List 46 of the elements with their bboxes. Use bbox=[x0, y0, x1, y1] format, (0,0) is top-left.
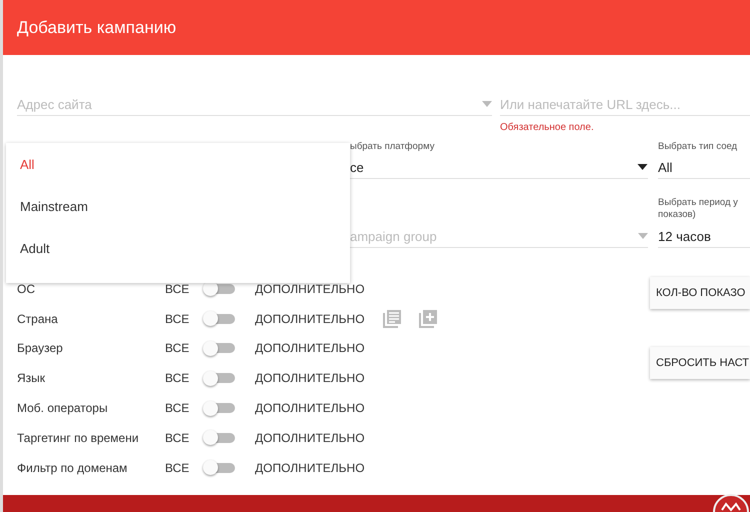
connection-select[interactable]: All bbox=[658, 156, 750, 179]
side-button[interactable]: КОЛ-ВО ПОКАЗО bbox=[650, 277, 750, 309]
toggle-switch[interactable] bbox=[203, 342, 235, 354]
additional-label: ДОПОЛНИТЕЛЬНО bbox=[255, 430, 365, 445]
toggle-switch[interactable] bbox=[203, 312, 235, 325]
targeting-label: ОС bbox=[17, 282, 36, 296]
menu-item[interactable]: All bbox=[6, 143, 350, 185]
targeting-label: Страна bbox=[17, 312, 59, 326]
additional-label: ДОПОЛНИТЕЛЬНО bbox=[255, 312, 365, 326]
all-label: ВСЕ bbox=[165, 371, 190, 386]
targeting-label: Язык bbox=[17, 371, 46, 386]
period-select[interactable]: 12 часов bbox=[658, 225, 750, 248]
all-label: ВСЕ bbox=[165, 430, 190, 445]
dropdown-arrow-icon bbox=[638, 233, 648, 239]
additional-label: ДОПОЛНИТЕЛЬНО bbox=[255, 371, 365, 386]
targeting-label: Моб. операторы bbox=[17, 401, 109, 416]
error-message: Обязательное поле. bbox=[500, 122, 595, 133]
all-label: ВСЕ bbox=[165, 341, 190, 356]
menu-item[interactable]: Mainstream bbox=[6, 185, 350, 227]
toggle-switch[interactable] bbox=[203, 372, 235, 384]
targeting-label: Таргетинг по времени bbox=[17, 430, 140, 445]
additional-label: ДОПОЛНИТЕЛЬНО bbox=[255, 460, 365, 475]
field-label: ыбрать платформу bbox=[350, 141, 436, 152]
field-label: Выбрать тип соед bbox=[658, 141, 738, 152]
all-label: ВСЕ bbox=[165, 312, 190, 326]
side-button[interactable]: СБРОСИТЬ НАСТ bbox=[650, 347, 750, 379]
targeting-label: Фильтр по доменам bbox=[17, 460, 128, 475]
dropdown-arrow-icon bbox=[637, 164, 648, 170]
platform-select[interactable]: се bbox=[350, 156, 648, 179]
dialog-title: Добавить кампанию bbox=[17, 18, 176, 38]
additional-label: ДОПОЛНИТЕЛЬНО bbox=[255, 401, 365, 416]
all-label: ВСЕ bbox=[165, 460, 190, 475]
toggle-switch[interactable] bbox=[203, 282, 235, 295]
dropdown-arrow-icon bbox=[482, 101, 492, 107]
toggle-switch[interactable] bbox=[203, 432, 235, 444]
add-icon[interactable] bbox=[418, 310, 437, 328]
toggle-switch[interactable] bbox=[203, 402, 235, 414]
additional-label: ДОПОЛНИТЕЛЬНО bbox=[255, 341, 365, 356]
toggle-switch[interactable] bbox=[203, 462, 235, 474]
field-label: Выбрать период у показов) bbox=[658, 197, 739, 221]
list-icon[interactable] bbox=[382, 310, 401, 328]
all-label: ВСЕ bbox=[165, 401, 190, 416]
menu-item[interactable]: Adult bbox=[6, 227, 350, 269]
additional-label: ДОПОЛНИТЕЛЬНО bbox=[255, 282, 365, 296]
targeting-label: Браузер bbox=[17, 341, 64, 356]
all-label: ВСЕ bbox=[165, 282, 190, 296]
